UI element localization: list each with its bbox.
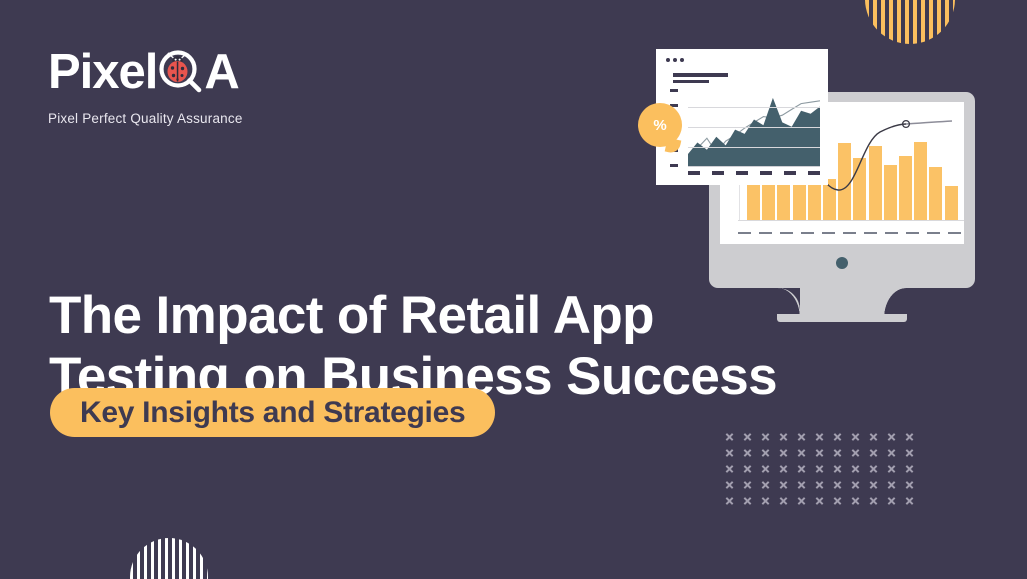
cross-mark (851, 448, 860, 457)
striped-circle-top-stripes (865, 0, 955, 44)
cross-mark (779, 448, 788, 457)
cross-mark (797, 432, 806, 441)
area-chart-x-tick (736, 171, 748, 175)
cross-mark (761, 448, 770, 457)
cross-mark (815, 496, 824, 505)
striped-circle-bottom-decor (130, 538, 208, 579)
cross-mark (761, 480, 770, 489)
cross-mark (869, 432, 878, 441)
cross-mark (797, 464, 806, 473)
cross-mark (887, 480, 896, 489)
area-chart-y-tick (670, 89, 678, 92)
cross-mark (869, 464, 878, 473)
floating-analytics-card (656, 49, 828, 185)
brand-wordmark: Pixel A (48, 46, 378, 98)
cross-mark (887, 464, 896, 473)
brand-tagline: Pixel Perfect Quality Assurance (48, 111, 243, 126)
area-chart-x-tick (712, 171, 724, 175)
cross-mark (779, 496, 788, 505)
striped-circle-bottom-stripes (130, 538, 208, 579)
cross-mark (905, 464, 914, 473)
area-chart-series (688, 97, 820, 167)
brand-word-pixel: Pixel (48, 44, 158, 99)
cross-mark (743, 432, 752, 441)
card-subtitle-placeholder-bar (673, 80, 709, 83)
cross-mark (887, 448, 896, 457)
cross-mark (761, 496, 770, 505)
card-area-chart (670, 89, 822, 179)
area-chart-plot (688, 89, 820, 167)
cross-mark (779, 464, 788, 473)
area-chart-gridline (688, 107, 820, 108)
cross-mark (905, 448, 914, 457)
brand-logo[interactable]: Pixel A Pixel Perfect Quality Assurance (48, 46, 378, 126)
cross-mark (869, 480, 878, 489)
cross-mark (725, 448, 734, 457)
cross-mark (905, 496, 914, 505)
cross-mark (851, 496, 860, 505)
area-chart-x-tick (760, 171, 772, 175)
cross-mark (887, 432, 896, 441)
cross-mark (905, 480, 914, 489)
monitor-power-dot (836, 257, 848, 269)
card-title-placeholder-bar (673, 73, 728, 77)
cross-mark (869, 496, 878, 505)
cross-mark (797, 448, 806, 457)
magnifier-ladybug-q-icon (154, 46, 206, 98)
subtitle-badge: Key Insights and Strategies (50, 388, 496, 437)
area-chart-gridline (688, 127, 820, 128)
area-chart-gridline (688, 147, 820, 148)
cross-dot-grid-decor (725, 432, 923, 512)
banner-canvas: Pixel A Pixel Perfect Quality Assurance … (0, 0, 1027, 579)
cross-mark (833, 480, 842, 489)
cross-mark (815, 432, 824, 441)
area-chart-x-ticks (688, 171, 820, 175)
cross-mark (779, 432, 788, 441)
cross-mark (851, 480, 860, 489)
cross-mark (761, 432, 770, 441)
cross-mark (797, 480, 806, 489)
cross-mark (743, 496, 752, 505)
area-chart-y-tick (670, 164, 678, 167)
striped-circle-top-decor (865, 0, 955, 44)
percent-speech-bubble-icon: % (638, 103, 682, 147)
cross-mark (743, 464, 752, 473)
cross-mark (815, 480, 824, 489)
area-chart-x-tick (784, 171, 796, 175)
headline-line-1: The Impact of Retail App (49, 285, 655, 345)
window-dot (666, 58, 670, 62)
cross-mark (851, 464, 860, 473)
window-dot (680, 58, 684, 62)
cross-mark (833, 448, 842, 457)
cross-mark (779, 480, 788, 489)
cross-mark (905, 432, 914, 441)
cross-mark (887, 496, 896, 505)
cross-mark (725, 496, 734, 505)
monitor-stand-base (777, 314, 907, 322)
brand-word-a: A (204, 44, 239, 99)
cross-mark (725, 480, 734, 489)
area-chart-x-tick (808, 171, 820, 175)
cross-mark (851, 432, 860, 441)
cross-mark (815, 464, 824, 473)
cross-mark (815, 448, 824, 457)
cross-mark (833, 432, 842, 441)
card-window-dots (666, 58, 684, 62)
cross-mark (761, 464, 770, 473)
window-dot (673, 58, 677, 62)
bar-chart-dashed-axis (738, 232, 964, 234)
cross-mark (743, 480, 752, 489)
cross-mark (833, 496, 842, 505)
area-chart-baseline (688, 166, 820, 167)
cross-mark (743, 448, 752, 457)
cross-mark (725, 464, 734, 473)
cross-mark (797, 496, 806, 505)
cross-mark (869, 448, 878, 457)
area-chart-x-tick (688, 171, 700, 175)
cross-mark (725, 432, 734, 441)
cross-mark (833, 464, 842, 473)
